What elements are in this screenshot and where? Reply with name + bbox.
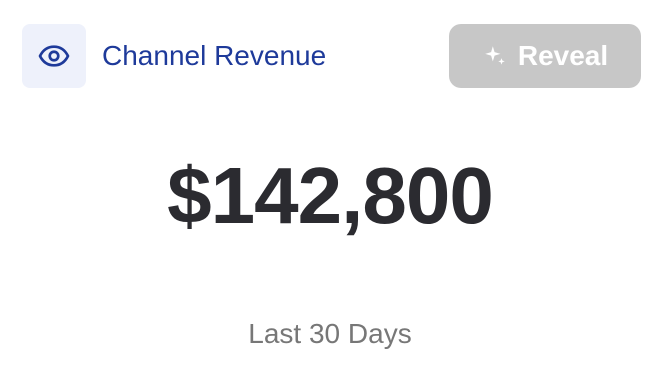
sparkles-icon [485,46,505,65]
revenue-card: Channel Revenue Reveal $142,800 Last 30 … [0,0,660,384]
reveal-button[interactable]: Reveal [449,24,641,88]
card-title: Channel Revenue [102,40,327,71]
card-header: Channel Revenue Reveal [22,24,642,88]
eye-icon-container [22,24,86,88]
reveal-button-label: Reveal [517,40,609,71]
eye-icon [38,45,70,67]
period-label: Last 30 Days [248,318,412,349]
revenue-value: $142,800 [167,151,494,240]
